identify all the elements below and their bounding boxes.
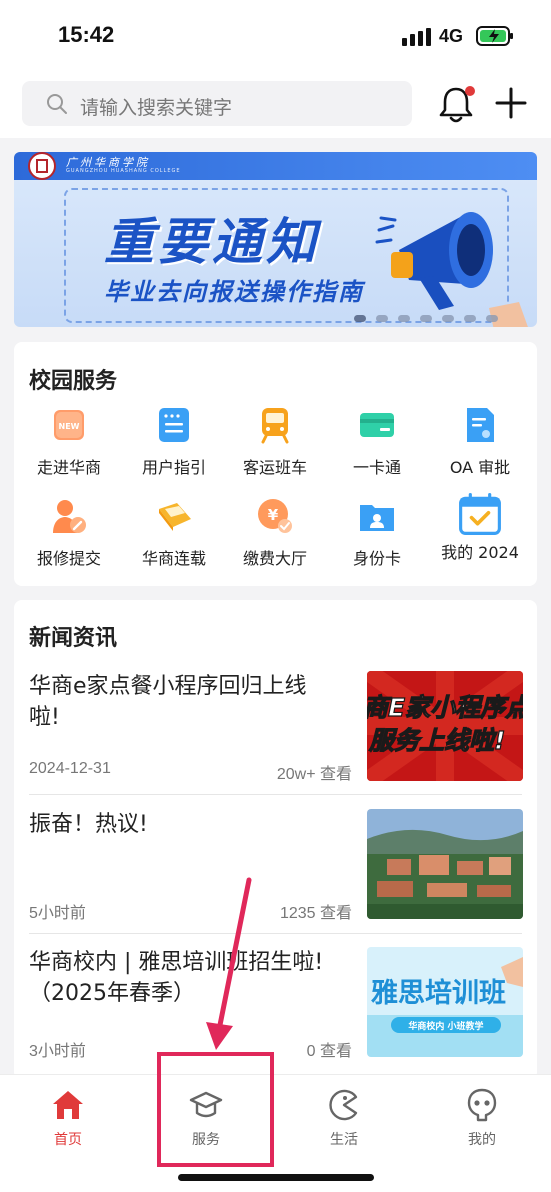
signal-icon	[402, 28, 431, 46]
news-item[interactable]: 华商e家点餐小程序回归上线啦! 2024-12-31 20w+ 查看 商E家小程…	[29, 671, 523, 783]
service-zoujin-huashang[interactable]: NEW 走进华商	[19, 406, 119, 478]
news-item-views: 1235 查看	[279, 905, 352, 922]
approval-doc-icon	[467, 408, 494, 442]
service-label: 用户指引	[141, 458, 206, 477]
guide-icon	[159, 408, 189, 442]
news-divider	[29, 933, 522, 934]
service-label: 缴费大厅	[242, 549, 307, 568]
service-label: 客运班车	[242, 458, 307, 477]
home-indicator	[178, 1174, 374, 1181]
service-label: 一卡通	[352, 458, 401, 477]
top-bar: 请输入搜索关键字	[0, 70, 551, 138]
tab-mine[interactable]: 我的	[442, 1087, 522, 1149]
service-label: 走进华商	[36, 458, 101, 477]
service-label: OA 审批	[449, 458, 511, 477]
news-item-title: 振奋！热议!	[29, 812, 148, 837]
banner-subtitle: 毕业去向报送操作指南	[104, 278, 364, 306]
service-label: 华商连载	[141, 549, 206, 568]
new-badge-icon: NEW	[54, 410, 84, 440]
news-thumbnail: 商E家小程序点 服务上线啦!	[367, 671, 523, 781]
banner-title: 重要通知	[104, 213, 320, 271]
plus-icon[interactable]	[494, 86, 528, 120]
search-icon	[47, 94, 67, 114]
banner-pagination[interactable]	[354, 307, 508, 326]
svg-text:商E家小程序点: 商E家小程序点	[367, 693, 523, 722]
smiley-icon	[467, 1088, 497, 1122]
notification-dot	[465, 86, 475, 96]
news-item-views: 0 查看	[306, 1043, 352, 1060]
service-label: 我的 2024	[441, 543, 519, 562]
service-label: 报修提交	[36, 549, 101, 568]
search-placeholder: 请输入搜索关键字	[80, 97, 233, 119]
news-thumbnail: 雅思培训班 华商校内 小班教学	[367, 947, 523, 1057]
battery-charging-icon	[476, 26, 513, 46]
service-oa-approval[interactable]: OA 审批	[430, 406, 530, 478]
service-user-guide[interactable]: 用户指引	[124, 406, 224, 478]
news-item[interactable]: 振奋！热议! 5小时前 1235 查看	[29, 809, 523, 922]
news-item-date: 2024-12-31	[29, 760, 111, 777]
news-title: 新闻资讯	[29, 626, 118, 651]
news-card: 新闻资讯 华商e家点餐小程序回归上线啦! 2024-12-31 20w+ 查看 …	[14, 600, 537, 1080]
tab-label: 我的	[468, 1132, 496, 1148]
calendar-icon	[459, 493, 501, 535]
news-item-date: 3小时前	[29, 1043, 86, 1060]
news-thumbnail	[367, 809, 523, 919]
id-folder-icon	[360, 505, 394, 531]
service-label: 身份卡	[352, 549, 401, 568]
repair-icon	[53, 500, 86, 533]
pacman-icon	[329, 1089, 358, 1121]
service-serial-stories[interactable]: 华商连载	[124, 497, 224, 569]
svg-text:NEW: NEW	[59, 422, 80, 431]
school-logo-icon	[28, 152, 56, 180]
svg-text:华商校内 小班教学: 华商校内 小班教学	[408, 1020, 483, 1032]
train-icon	[261, 408, 289, 444]
search-input[interactable]: 请输入搜索关键字	[22, 81, 412, 126]
svg-text:服务上线啦!: 服务上线啦!	[368, 726, 505, 755]
news-item-title: 华商校内 | 雅思培训班招生啦!（2025年春季）	[29, 950, 324, 1006]
service-my-2024[interactable]: 我的 2024	[430, 493, 530, 563]
book-icon	[159, 503, 191, 531]
news-divider	[29, 794, 522, 795]
svg-text:¥: ¥	[268, 506, 279, 524]
notice-banner[interactable]: 广州华商学院 GUANGZHOU HUASHANG COLLEGE 重要通知 毕…	[14, 152, 537, 327]
service-shuttle-bus[interactable]: 客运班车	[225, 406, 325, 478]
service-id-card[interactable]: 身份卡	[327, 497, 427, 569]
service-payment-hall[interactable]: ¥ 缴费大厅	[225, 497, 325, 569]
news-item-views: 20w+ 查看	[276, 766, 352, 783]
card-icon	[360, 413, 394, 437]
status-bar: 15:42 4G	[0, 0, 551, 70]
home-icon	[53, 1091, 83, 1119]
news-item-date: 5小时前	[29, 905, 86, 922]
tab-label: 首页	[54, 1132, 82, 1148]
tab-life[interactable]: 生活	[304, 1087, 384, 1149]
service-repair-submit[interactable]: 报修提交	[19, 497, 119, 569]
service-campus-card[interactable]: 一卡通	[327, 406, 427, 478]
campus-services-card: 校园服务 NEW 走进华商 用户指引 客运班车 一卡通 OA 审批 报修提交 华…	[14, 342, 537, 586]
services-title: 校园服务	[29, 369, 118, 394]
payment-icon: ¥	[258, 499, 292, 533]
tab-label: 生活	[330, 1132, 358, 1148]
news-item-title: 华商e家点餐小程序回归上线啦!	[29, 674, 307, 730]
svg-text:雅思培训班: 雅思培训班	[371, 978, 506, 1009]
annotation-highlight-box	[157, 1052, 274, 1167]
banner-school-name-en: GUANGZHOU HUASHANG COLLEGE	[66, 168, 181, 174]
status-time: 15:42	[58, 22, 115, 47]
news-item[interactable]: 华商校内 | 雅思培训班招生啦!（2025年春季） 3小时前 0 查看 雅思培训…	[29, 947, 523, 1060]
tab-home[interactable]: 首页	[28, 1087, 108, 1149]
network-type: 4G	[439, 26, 464, 46]
